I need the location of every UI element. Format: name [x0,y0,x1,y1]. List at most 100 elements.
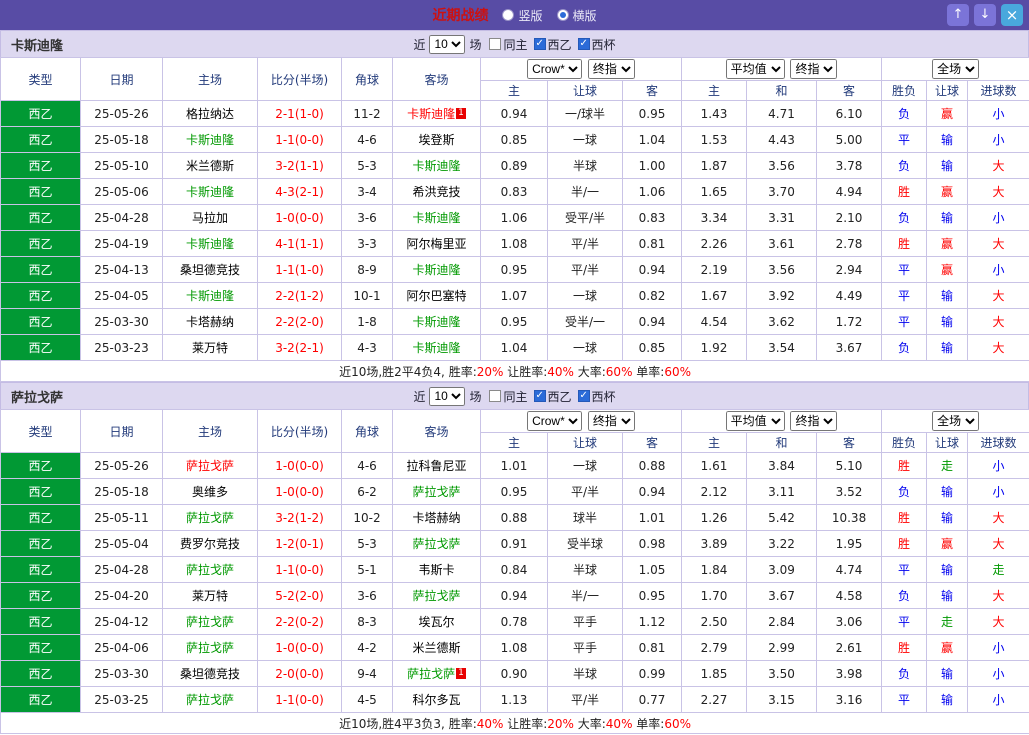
team-link[interactable]: 卡斯迪隆 [186,185,234,199]
radio-checked-icon[interactable] [556,9,569,21]
team-link[interactable]: 格拉纳达 [186,107,234,121]
odds-stage-select[interactable]: 终指 [587,411,635,431]
avg-away-cell: 4.49 [816,282,883,309]
match-count-select[interactable]: 10 [429,34,466,54]
date-cell: 25-05-26 [80,452,163,479]
column-header-corner: 角球 [341,57,393,101]
layout-option-vertical[interactable]: 竖版 [502,7,543,24]
team-link[interactable]: 卡斯迪隆 [412,341,460,355]
score-cell: 1-1(0-0) [257,126,342,153]
move-up-button[interactable]: ↑ [947,4,969,26]
layout-option-horizontal[interactable]: 横版 [556,7,597,24]
checkbox-checked-icon[interactable] [533,38,546,50]
filter-option[interactable]: 西杯 [577,36,616,53]
team-link[interactable]: 奥维多 [192,485,228,499]
goals-result-cell: 大 [967,608,1029,635]
team-link[interactable]: 萨拉戈萨 [186,563,234,577]
home-team-cell: 萨拉戈萨 [162,452,258,479]
avg-home-cell: 1.65 [681,178,748,205]
scope-select[interactable]: 全场 [932,411,980,431]
match-count-select[interactable]: 10 [429,386,466,406]
result-cell: 胜 [881,452,928,479]
team-link[interactable]: 阿尔梅里亚 [406,237,466,251]
section-header: 萨拉戈萨 近 10 场 同主 西乙 西杯 [0,382,1029,409]
team-link[interactable]: 萨拉戈萨 [412,485,460,499]
odds-home-cell: 0.95 [480,256,548,283]
score-cell: 1-1(0-0) [257,686,342,713]
team-link[interactable]: 卡斯迪隆 [412,211,460,225]
result-cell: 平 [881,556,928,583]
score-cell: 1-0(0-0) [257,634,342,661]
filter-option[interactable]: 同主 [489,388,528,405]
filter-bar: 近 10 场 同主 西乙 西杯 [413,386,616,406]
team-link[interactable]: 萨拉戈萨 [186,459,234,473]
team-link[interactable]: 埃登斯 [418,133,454,147]
team-link[interactable]: 拉科鲁尼亚 [406,459,466,473]
close-button[interactable]: × [1001,4,1023,26]
team-link[interactable]: 卡斯迪隆 [412,159,460,173]
checkbox-checked-icon[interactable] [577,38,590,50]
summary-prefix: 近10场,胜4平3负3, [339,716,445,731]
team-link[interactable]: 萨拉戈萨 [186,641,234,655]
avg-home-cell: 2.50 [681,608,748,635]
team-link[interactable]: 卡斯迪隆 [186,289,234,303]
team-link[interactable]: 韦斯卡 [418,563,454,577]
team-link[interactable]: 埃瓦尔 [418,615,454,629]
team-link[interactable]: 莱万特 [192,341,228,355]
filter-option[interactable]: 西杯 [577,388,616,405]
team-link[interactable]: 马拉加 [192,211,228,225]
checkbox-unchecked-icon[interactable] [489,38,502,50]
team-link[interactable]: 科尔多瓦 [412,693,460,707]
corners-cell: 3-6 [341,204,393,231]
odds-stage-select[interactable]: 终指 [587,59,635,79]
avg-stage-select[interactable]: 终指 [790,411,838,431]
avg-draw-cell: 3.84 [746,452,818,479]
avg-home-cell: 1.92 [681,334,748,361]
avg-source-select[interactable]: 平均值 [725,59,785,79]
handicap-odds-header: Crow* 终指 [479,409,683,433]
scope-select[interactable]: 全场 [932,59,980,79]
team-link[interactable]: 桑坦德竞技 [180,667,240,681]
team-link[interactable]: 阿尔巴塞特 [406,289,466,303]
team-link[interactable]: 希洪竞技 [412,185,460,199]
team-link[interactable]: 卡斯迪隆 [186,133,234,147]
team-link[interactable]: 莱万特 [192,589,228,603]
match-row: 西乙 25-04-06 萨拉戈萨 1-0(0-0) 4-2 米兰德斯 1.08 平手 0.81 2… [0,634,1029,661]
team-link[interactable]: 米兰德斯 [412,641,460,655]
team-link[interactable]: 卡斯迪隆 [412,315,460,329]
checkbox-checked-icon[interactable] [533,390,546,402]
team-link[interactable]: 费罗尔竞技 [180,537,240,551]
team-link[interactable]: 萨拉戈萨 [186,511,234,525]
move-down-button[interactable]: ↓ [974,4,996,26]
avg-home-cell: 1.87 [681,152,748,179]
team-link[interactable]: 卡斯迪隆 [407,107,455,121]
odds-away-cell: 0.94 [621,478,683,505]
odds-away-cell: 0.81 [621,230,683,257]
team-link[interactable]: 卡塔赫纳 [412,511,460,525]
filter-option[interactable]: 西乙 [533,36,572,53]
date-cell: 25-04-12 [80,608,163,635]
odds-source-select[interactable]: Crow* [527,411,583,431]
team-link[interactable]: 卡斯迪隆 [412,263,460,277]
handicap-result-cell: 输 [926,334,969,361]
checkbox-checked-icon[interactable] [577,390,590,402]
team-link[interactable]: 米兰德斯 [186,159,234,173]
team-link[interactable]: 卡斯迪隆 [186,237,234,251]
team-link[interactable]: 萨拉戈萨 [186,693,234,707]
handicap-result-cell: 输 [926,282,969,309]
radio-unchecked-icon[interactable] [502,9,515,21]
odds-source-select[interactable]: Crow* [527,59,583,79]
filter-option[interactable]: 西乙 [533,388,572,405]
avg-stage-select[interactable]: 终指 [790,59,838,79]
team-link[interactable]: 萨拉戈萨 [412,537,460,551]
handicap-result-cell: 输 [926,556,969,583]
team-link[interactable]: 萨拉戈萨 [186,615,234,629]
filter-option[interactable]: 同主 [489,36,528,53]
handicap-result-cell: 输 [926,478,969,505]
team-link[interactable]: 萨拉戈萨 [407,667,455,681]
checkbox-unchecked-icon[interactable] [489,390,502,402]
avg-source-select[interactable]: 平均值 [725,411,785,431]
team-link[interactable]: 萨拉戈萨 [412,589,460,603]
team-link[interactable]: 卡塔赫纳 [186,315,234,329]
team-link[interactable]: 桑坦德竞技 [180,263,240,277]
